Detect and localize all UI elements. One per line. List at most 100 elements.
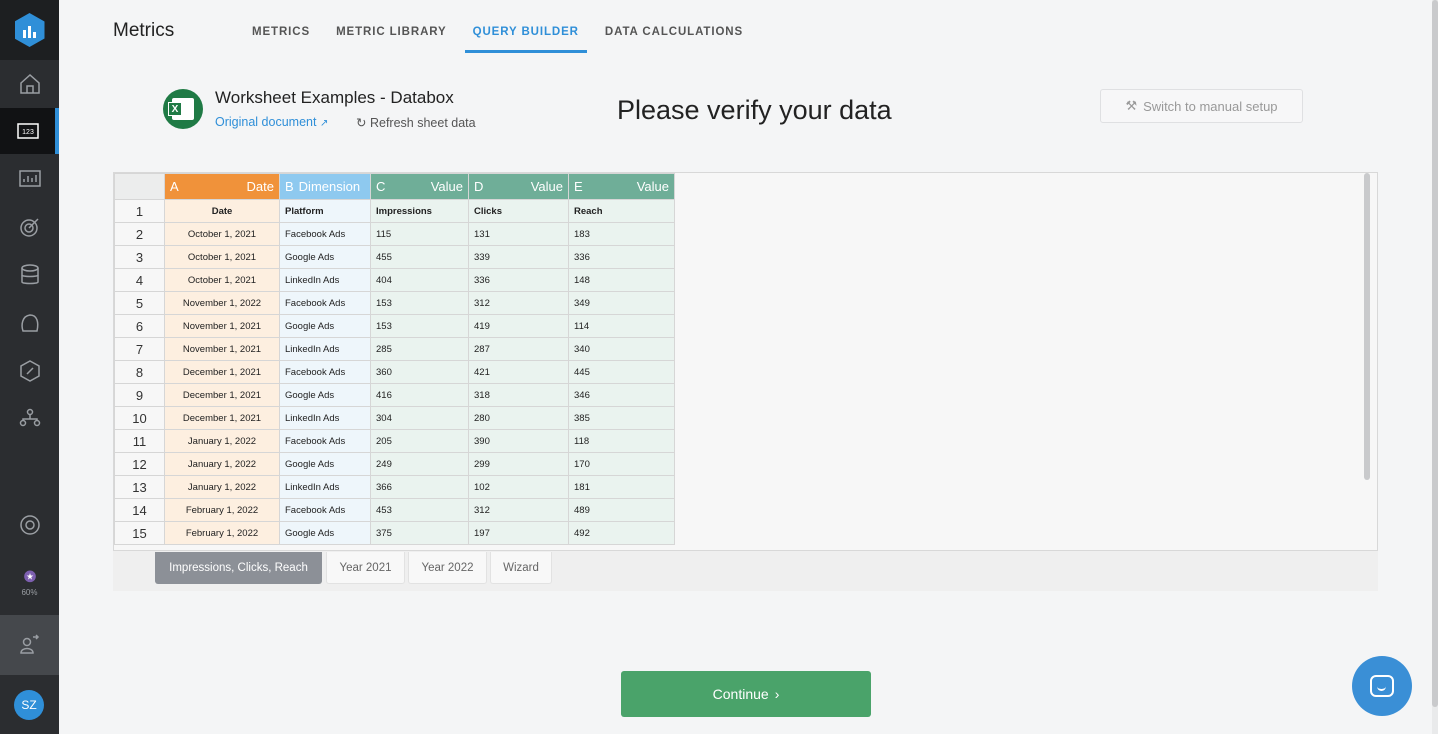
left-sidebar: 123 60% SZ	[0, 0, 59, 734]
column-letter: D	[474, 179, 484, 194]
manual-setup-label: Switch to manual setup	[1143, 98, 1278, 114]
refresh-sheet-button[interactable]: ↻ Refresh sheet data	[356, 115, 476, 130]
award-icon	[23, 570, 36, 582]
table-row: 10 December 1, 2021 LinkedIn Ads 304 280 385	[114, 406, 675, 430]
cell-impressions: 453	[370, 498, 469, 522]
cell-clicks: 312	[468, 498, 569, 522]
row-number: 9	[114, 383, 165, 407]
manual-setup-button[interactable]: ⚒ Switch to manual setup	[1100, 89, 1303, 123]
chat-support-button[interactable]	[1352, 656, 1412, 716]
table-row: 7 November 1, 2021 LinkedIn Ads 285 287 340	[114, 337, 675, 361]
column-role: Date	[246, 179, 274, 194]
page-scrollbar[interactable]	[1432, 0, 1438, 734]
sheet-tab-impressions[interactable]: Impressions, Clicks, Reach	[155, 552, 322, 584]
home-icon[interactable]	[0, 61, 59, 107]
user-avatar[interactable]: SZ	[14, 690, 44, 720]
sheet-tab-year-2022[interactable]: Year 2022	[408, 552, 487, 584]
cell-date: January 1, 2022	[164, 429, 280, 453]
goals-icon[interactable]	[0, 204, 59, 250]
table-row: 4 October 1, 2021 LinkedIn Ads 404 336 148	[114, 268, 675, 292]
cell-dimension: Google Ads	[279, 452, 371, 476]
sheet-tab-wizard[interactable]: Wizard	[490, 552, 552, 584]
page-title: Metrics	[113, 20, 175, 41]
cell-clicks: 390	[468, 429, 569, 453]
table-row: 2 October 1, 2021 Facebook Ads 115 131 183	[114, 222, 675, 246]
continue-button[interactable]: Continue ›	[621, 671, 871, 717]
databoards-icon[interactable]	[0, 156, 59, 202]
cell-reach: 489	[568, 498, 675, 522]
column-header-e[interactable]: E Value	[568, 173, 675, 200]
help-icon[interactable]	[0, 502, 59, 548]
metrics-icon[interactable]: 123	[0, 108, 59, 154]
table-row: 3 October 1, 2021 Google Ads 455 339 336	[114, 245, 675, 269]
tab-query-builder[interactable]: QUERY BUILDER	[464, 26, 587, 53]
sheet-tab-bar: Impressions, Clicks, Reach Year 2021 Yea…	[113, 551, 1378, 591]
chevron-right-icon: ›	[774, 686, 780, 702]
column-role: Value	[430, 179, 463, 194]
databox-logo[interactable]	[0, 0, 59, 60]
cell-date: October 1, 2021	[164, 245, 280, 269]
tab-metrics[interactable]: METRICS	[252, 26, 310, 53]
sheet-scrollbar[interactable]	[1364, 173, 1370, 480]
cell-clicks: 280	[468, 406, 569, 430]
cell-dimension: LinkedIn Ads	[279, 475, 371, 499]
cell-reach: 148	[568, 268, 675, 292]
row-number: 14	[114, 498, 165, 522]
cell-impressions: Impressions	[370, 199, 469, 223]
refresh-icon: ↻	[356, 116, 367, 130]
cell-clicks: 312	[468, 291, 569, 315]
onboarding-progress[interactable]: 60%	[0, 562, 59, 602]
column-letter: B	[285, 179, 294, 194]
main-panel: Metrics METRICS METRIC LIBRARY QUERY BUI…	[59, 0, 1438, 734]
cell-dimension: LinkedIn Ads	[279, 268, 371, 292]
cell-reach: 170	[568, 452, 675, 476]
cell-clicks: 287	[468, 337, 569, 361]
cell-date: November 1, 2021	[164, 337, 280, 361]
sheet-tab-year-2021[interactable]: Year 2021	[326, 552, 405, 584]
corner-cell	[114, 173, 165, 200]
cell-dimension: Google Ads	[279, 521, 371, 545]
column-header-d[interactable]: D Value	[468, 173, 569, 200]
cell-date: December 1, 2021	[164, 383, 280, 407]
original-document-label: Original document	[215, 115, 317, 129]
cell-dimension: Facebook Ads	[279, 498, 371, 522]
accounts-icon[interactable]	[0, 396, 59, 442]
row-number: 8	[114, 360, 165, 384]
column-header-b[interactable]: B Dimension	[279, 173, 371, 200]
column-header-a[interactable]: A Date	[164, 173, 280, 200]
scorecards-icon[interactable]	[0, 348, 59, 394]
column-letter: A	[170, 179, 179, 194]
table-row: 6 November 1, 2021 Google Ads 153 419 114	[114, 314, 675, 338]
table-row: 9 December 1, 2021 Google Ads 416 318 346	[114, 383, 675, 407]
progress-percent: 60%	[21, 587, 38, 597]
cell-impressions: 285	[370, 337, 469, 361]
original-document-link[interactable]: Original document ↗	[215, 115, 328, 129]
cell-impressions: 205	[370, 429, 469, 453]
cell-clicks: 336	[468, 268, 569, 292]
cell-dimension: Facebook Ads	[279, 429, 371, 453]
data-sources-icon[interactable]	[0, 252, 59, 298]
alerts-icon[interactable]	[0, 300, 59, 346]
top-tabs: METRICS METRIC LIBRARY QUERY BUILDER DAT…	[252, 26, 769, 53]
external-link-icon: ↗	[319, 118, 329, 129]
team-icon[interactable]	[0, 615, 59, 675]
cell-clicks: 102	[468, 475, 569, 499]
cell-impressions: 404	[370, 268, 469, 292]
cell-impressions: 416	[370, 383, 469, 407]
column-header-c[interactable]: C Value	[370, 173, 469, 200]
tab-metric-library[interactable]: METRIC LIBRARY	[336, 26, 447, 53]
column-letter: C	[376, 179, 386, 194]
cell-dimension: Facebook Ads	[279, 360, 371, 384]
cell-dimension: Google Ads	[279, 245, 371, 269]
cell-reach: Reach	[568, 199, 675, 223]
cell-date: October 1, 2021	[164, 222, 280, 246]
cell-reach: 346	[568, 383, 675, 407]
row-number: 4	[114, 268, 165, 292]
tab-data-calculations[interactable]: DATA CALCULATIONS	[605, 26, 743, 53]
cell-reach: 114	[568, 314, 675, 338]
cell-impressions: 249	[370, 452, 469, 476]
cell-date: February 1, 2022	[164, 521, 280, 545]
table-row: 12 January 1, 2022 Google Ads 249 299 170	[114, 452, 675, 476]
cell-impressions: 455	[370, 245, 469, 269]
cell-reach: 336	[568, 245, 675, 269]
